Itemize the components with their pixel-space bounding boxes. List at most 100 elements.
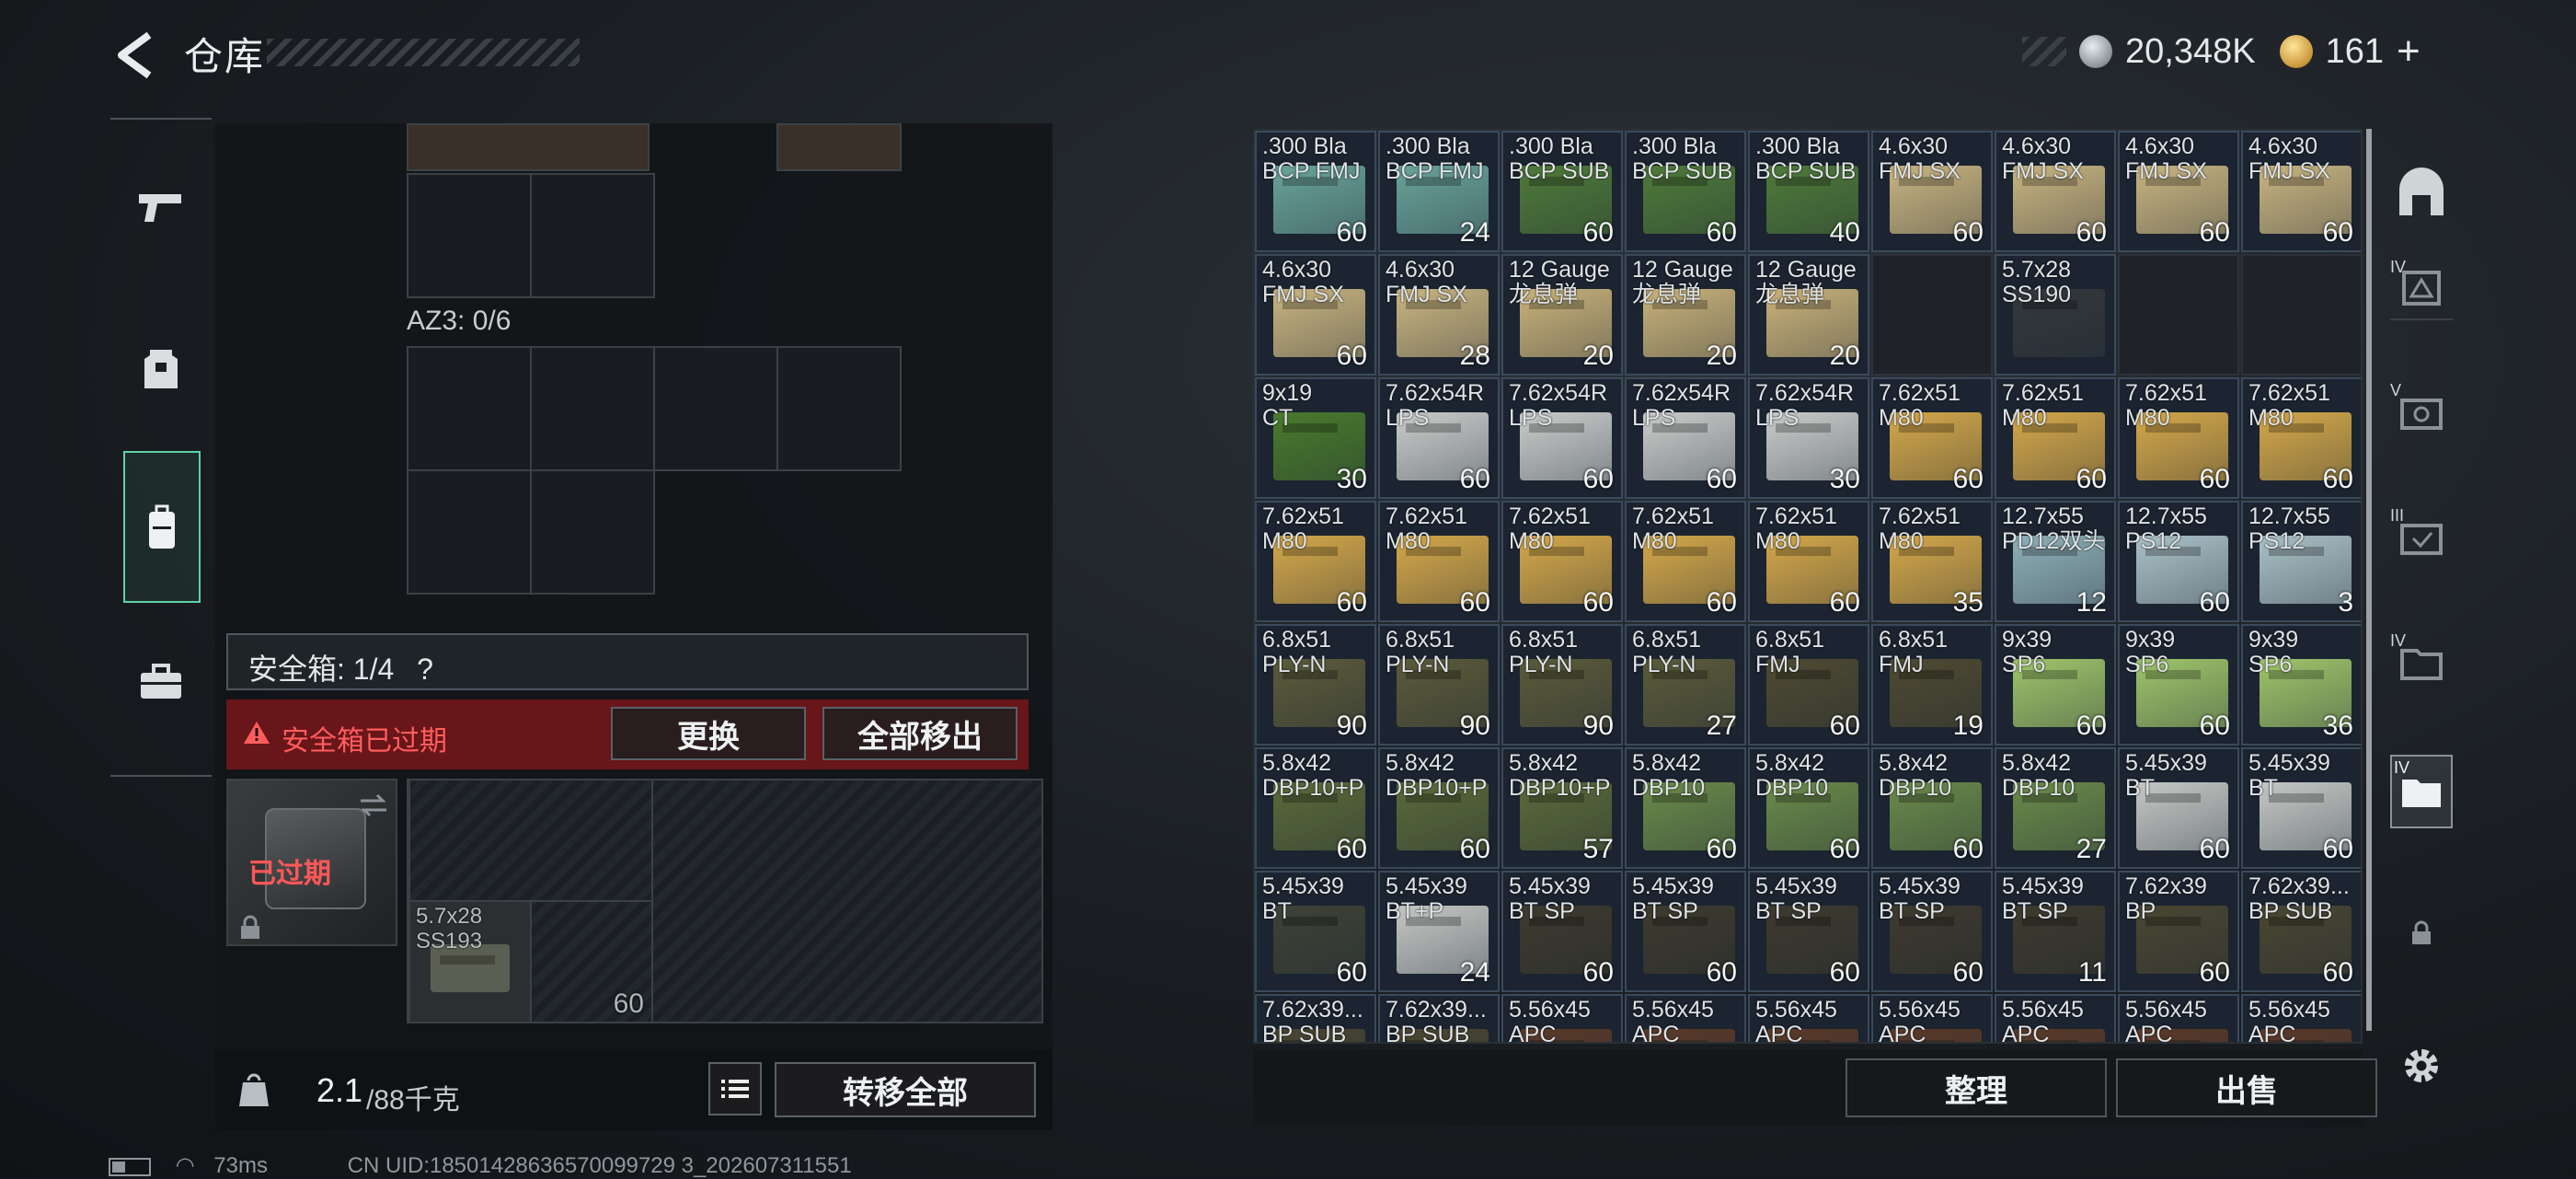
inventory-cell[interactable]: 7.62x39... BP SUB (1255, 994, 1376, 1042)
tab-cases[interactable] (127, 648, 195, 716)
inventory-cell[interactable]: 7.62x51 M80 60 (1501, 501, 1623, 622)
inventory-cell[interactable]: 7.62x54R LPS 60 (1625, 377, 1746, 499)
tab-all[interactable] (2390, 162, 2453, 225)
inventory-cell[interactable]: 7.62x51 M80 35 (1871, 501, 1993, 622)
az3-slot[interactable] (407, 469, 532, 595)
inventory-cell[interactable]: 12.7x55 PD12双头 12 (1995, 501, 2116, 622)
inventory-cell[interactable]: 5.8x42 DBP10+P 57 (1501, 747, 1623, 869)
inventory-cell[interactable]: 5.8x42 DBP10+P 60 (1255, 747, 1376, 869)
inventory-cell[interactable]: 9x39 SP6 60 (1995, 624, 2116, 746)
inventory-cell[interactable]: 5.7x28 SS190 (1995, 254, 2116, 376)
safebox-image[interactable]: 已过期 (226, 779, 397, 946)
inventory-cell[interactable]: 7.62x51 M80 60 (1871, 377, 1993, 499)
inventory-cell[interactable]: 7.62x54R LPS 30 (1748, 377, 1869, 499)
transfer-all-button[interactable]: 转移全部 (775, 1062, 1036, 1117)
inventory-cell[interactable]: 9x39 SP6 60 (2118, 624, 2239, 746)
storage-slot[interactable] (407, 173, 532, 298)
az3-slot[interactable] (530, 346, 655, 471)
inventory-cell[interactable]: 12.7x55 PS12 60 (2118, 501, 2239, 622)
inventory-cell[interactable]: .300 Bla BCP FMJ 60 (1255, 131, 1376, 252)
settings-button[interactable] (2390, 1035, 2453, 1097)
empty-cell[interactable] (2118, 254, 2239, 376)
swap-icon[interactable] (357, 792, 390, 819)
tab-backpack[interactable] (123, 451, 201, 603)
inventory-cell[interactable]: 5.56x45 APC (1748, 994, 1869, 1042)
inventory-cell[interactable]: 7.62x51 M80 60 (2241, 377, 2361, 499)
top-slot-row[interactable] (407, 123, 650, 171)
inventory-cell[interactable]: 5.56x45 APC (1625, 994, 1746, 1042)
tab-armor[interactable] (127, 335, 195, 403)
inventory-cell[interactable]: 9x39 SP6 36 (2241, 624, 2361, 746)
inventory-cell[interactable]: 4.6x30 FMJ SX 60 (2118, 131, 2239, 252)
inventory-cell[interactable]: 5.45x39 BT SP 60 (1501, 871, 1623, 992)
inventory-cell[interactable]: 5.56x45 APC (2118, 994, 2239, 1042)
safebox-item[interactable]: 5.7x28 SS193 (408, 900, 532, 1023)
inventory-cell[interactable]: 12 Gauge 龙息弹 20 (1748, 254, 1869, 376)
inventory-cell[interactable]: 9x19 CT 30 (1255, 377, 1376, 499)
inventory-cell[interactable]: .300 Bla BCP FMJ 24 (1378, 131, 1500, 252)
back-icon[interactable] (109, 28, 164, 83)
inventory-cell[interactable]: 5.56x45 APC (2241, 994, 2361, 1042)
inventory-cell[interactable]: 7.62x39... BP SUB 60 (2241, 871, 2361, 992)
inventory-cell[interactable]: 5.45x39 BT SP 60 (1748, 871, 1869, 992)
inventory-cell[interactable]: 6.8x51 PLY-N 90 (1501, 624, 1623, 746)
inventory-cell[interactable]: 5.8x42 DBP10 60 (1748, 747, 1869, 869)
inventory-cell[interactable]: 5.8x42 DBP10 60 (1625, 747, 1746, 869)
inventory-cell[interactable]: 7.62x51 M80 60 (1748, 501, 1869, 622)
inventory-cell[interactable]: 7.62x51 M80 60 (1995, 377, 2116, 499)
inventory-cell[interactable]: 4.6x30 FMJ SX 60 (1255, 254, 1376, 376)
inventory-cell[interactable]: 7.62x54R LPS 60 (1378, 377, 1500, 499)
tab-tier-iv-active[interactable]: IV (2390, 755, 2453, 828)
inventory-cell[interactable]: 5.56x45 APC (1871, 994, 1993, 1042)
inventory-cell[interactable]: 5.45x39 BT 60 (1255, 871, 1376, 992)
inventory-cell[interactable]: 4.6x30 FMJ SX 60 (1995, 131, 2116, 252)
inventory-cell[interactable]: 5.45x39 BT 60 (2241, 747, 2361, 869)
az3-slot[interactable] (776, 346, 902, 471)
inventory-cell[interactable]: 4.6x30 FMJ SX 60 (1871, 131, 1993, 252)
inventory-cell[interactable]: 4.6x30 FMJ SX 60 (2241, 131, 2361, 252)
tab-tier-iv-b[interactable]: IV (2390, 631, 2453, 694)
empty-cell[interactable] (1871, 254, 1993, 376)
inventory-cell[interactable]: 5.8x42 DBP10+P 60 (1378, 747, 1500, 869)
empty-cell[interactable] (2241, 254, 2361, 376)
inventory-cell[interactable]: 6.8x51 FMJ 19 (1871, 624, 1993, 746)
inventory-cell[interactable]: 5.8x42 DBP10 60 (1871, 747, 1993, 869)
sort-button[interactable]: 整理 (1846, 1058, 2107, 1117)
help-icon[interactable]: ? (417, 653, 433, 686)
sell-button[interactable]: 出售 (2116, 1058, 2377, 1117)
az3-slot[interactable] (653, 346, 778, 471)
inventory-cell[interactable]: 6.8x51 PLY-N 27 (1625, 624, 1746, 746)
inventory-cell[interactable]: 7.62x39 BP 60 (2118, 871, 2239, 992)
inventory-cell[interactable]: 12 Gauge 龙息弹 20 (1501, 254, 1623, 376)
tab-tier-iv[interactable]: IV (2390, 258, 2453, 320)
replace-button[interactable]: 更换 (611, 707, 806, 760)
inventory-cell[interactable]: .300 Bla BCP SUB 40 (1748, 131, 1869, 252)
tab-weapons[interactable] (127, 173, 195, 241)
inventory-cell[interactable]: 5.45x39 BT SP 60 (1871, 871, 1993, 992)
safebox-slot[interactable] (408, 779, 653, 902)
inventory-cell[interactable]: 6.8x51 PLY-N 90 (1255, 624, 1376, 746)
list-view-button[interactable] (708, 1062, 762, 1115)
inventory-cell[interactable]: 12.7x55 PS12 3 (2241, 501, 2361, 622)
inventory-cell[interactable]: 7.62x54R LPS 60 (1501, 377, 1623, 499)
inventory-cell[interactable]: 5.45x39 BT+P 24 (1378, 871, 1500, 992)
inventory-cell[interactable]: 5.56x45 APC (1995, 994, 2116, 1042)
inventory-cell[interactable]: 7.62x39... BP SUB (1378, 994, 1500, 1042)
inventory-cell[interactable]: 6.8x51 PLY-N 90 (1378, 624, 1500, 746)
remove-all-button[interactable]: 全部移出 (822, 707, 1018, 760)
inventory-cell[interactable]: .300 Bla BCP SUB 60 (1501, 131, 1623, 252)
storage-slot[interactable] (530, 173, 655, 298)
tab-tier-v[interactable]: V (2390, 381, 2453, 444)
warehouse-grid[interactable]: .300 Bla BCP FMJ 60.300 Bla BCP FMJ 24.300… (1253, 129, 2363, 1044)
inventory-cell[interactable]: 12 Gauge 龙息弹 20 (1625, 254, 1746, 376)
inventory-cell[interactable]: 5.56x45 APC (1501, 994, 1623, 1042)
tab-tier-iii[interactable]: III (2390, 506, 2453, 569)
az3-slot[interactable] (530, 469, 655, 595)
inventory-cell[interactable]: 5.45x39 BT SP 11 (1995, 871, 2116, 992)
az3-slot[interactable] (407, 346, 532, 471)
top-slot-right[interactable] (776, 123, 902, 171)
inventory-cell[interactable]: .300 Bla BCP SUB 60 (1625, 131, 1746, 252)
inventory-cell[interactable]: 4.6x30 FMJ SX 28 (1378, 254, 1500, 376)
inventory-cell[interactable]: 5.8x42 DBP10 27 (1995, 747, 2116, 869)
inventory-cell[interactable]: 7.62x51 M80 60 (2118, 377, 2239, 499)
